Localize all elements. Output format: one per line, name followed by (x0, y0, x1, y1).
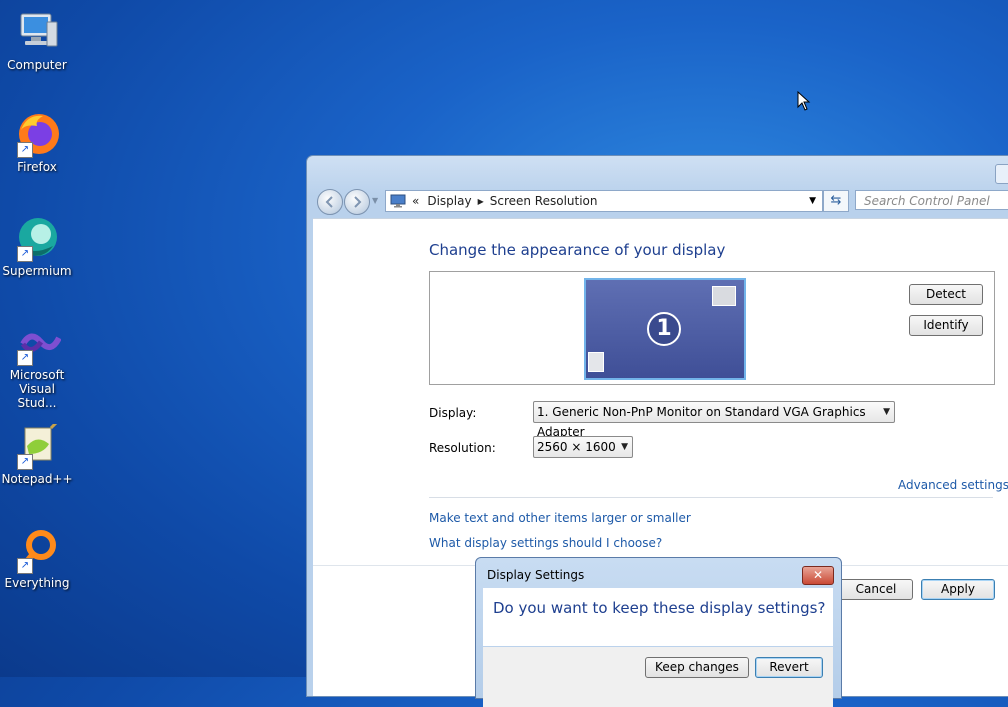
shortcut-arrow-icon: ↗ (17, 246, 33, 262)
detect-button[interactable]: Detect (909, 284, 983, 305)
back-arrow-icon (325, 196, 333, 208)
close-button[interactable]: ✕ (802, 566, 834, 585)
desktop-icon-label: Microsoft (9, 368, 65, 382)
identify-button[interactable]: Identify (909, 315, 983, 336)
revert-button[interactable]: Revert (755, 657, 823, 678)
address-bar[interactable]: « Display ▶ Screen Resolution ▼ (385, 190, 823, 212)
firefox-icon: ↗ (13, 112, 61, 158)
recent-pages-chevron-icon[interactable]: ▼ (372, 196, 378, 205)
computer-icon (13, 10, 61, 56)
breadcrumb-display[interactable]: Display (427, 194, 471, 208)
desktop-icon-label: Everything (4, 576, 70, 590)
refresh-icon: ⇆ (830, 193, 842, 208)
desktop-icon-label: Supermium (2, 264, 72, 278)
dialog-footer: Keep changes Revert (483, 647, 833, 707)
resolution-select[interactable]: 2560 × 1600 ▼ (533, 436, 633, 458)
desktop-icon-label: Computer (7, 58, 67, 72)
desktop-icon-label: Notepad++ (1, 472, 73, 486)
desktop-icon-everything[interactable]: ↗ Everything (0, 528, 74, 590)
back-button[interactable] (317, 189, 343, 215)
page-title: Change the appearance of your display (429, 241, 726, 259)
refresh-button[interactable]: ⇆ (823, 190, 849, 212)
resolution-select-value: 2560 × 1600 (537, 440, 616, 454)
shortcut-arrow-icon: ↗ (17, 350, 33, 366)
monitor-number: 1 (647, 312, 681, 346)
display-label: Display: (429, 406, 477, 420)
dialog-title: Display Settings (487, 568, 585, 582)
monitor-preview-window-icon (712, 286, 736, 306)
forward-arrow-icon (354, 196, 362, 208)
monitor-preview-window-icon (588, 352, 604, 372)
desktop-icon-label-line2: Visual Stud... (17, 382, 57, 410)
desktop-icon-notepadpp[interactable]: ↗ Notepad++ (0, 420, 74, 486)
display-select[interactable]: 1. Generic Non-PnP Monitor on Standard V… (533, 401, 895, 439)
notepadpp-icon: ↗ (13, 420, 61, 470)
shortcut-arrow-icon: ↗ (17, 142, 33, 158)
display-select-value: 1. Generic Non-PnP Monitor on Standard V… (537, 405, 866, 439)
desktop-icon-label: Firefox (17, 160, 57, 174)
visual-studio-icon: ↗ (13, 320, 62, 366)
search-input[interactable]: Search Control Panel (855, 190, 1008, 210)
apply-button[interactable]: Apply (921, 579, 995, 600)
cancel-button[interactable]: Cancel (839, 579, 913, 600)
chevron-down-icon: ▼ (883, 407, 890, 417)
close-icon: ✕ (812, 568, 824, 582)
resolution-label: Resolution: (429, 441, 496, 455)
forward-button[interactable] (344, 189, 370, 215)
which-settings-link[interactable]: What display settings should I choose? (429, 536, 662, 550)
display-settings-dialog: Display Settings ✕ Do you want to keep t… (475, 557, 842, 707)
text-size-link[interactable]: Make text and other items larger or smal… (429, 511, 691, 525)
desktop-icon-visual-studio[interactable]: ↗ Microsoft Visual Stud... (0, 320, 74, 410)
shortcut-arrow-icon: ↗ (17, 558, 33, 574)
keep-changes-button[interactable]: Keep changes (645, 657, 749, 678)
display-control-panel-icon (390, 194, 406, 208)
dialog-message: Do you want to keep these display settin… (493, 599, 826, 617)
chevron-down-icon: ▼ (621, 442, 628, 452)
dialog-body: Do you want to keep these display settin… (483, 588, 833, 646)
supermium-icon: ↗ (13, 216, 61, 262)
everything-icon: ↗ (13, 528, 61, 574)
shortcut-arrow-icon: ↗ (17, 454, 33, 470)
window-control-button[interactable] (995, 164, 1008, 184)
monitor-1[interactable]: 1 (584, 278, 746, 380)
breadcrumb-overflow[interactable]: « (412, 194, 419, 208)
desktop-icon-computer[interactable]: Computer (0, 10, 74, 72)
divider (429, 497, 993, 498)
breadcrumb-separator-icon[interactable]: ▶ (478, 197, 484, 206)
mouse-cursor-icon (797, 91, 811, 111)
address-dropdown-icon[interactable]: ▼ (809, 196, 816, 206)
desktop-icon-firefox[interactable]: ↗ Firefox (0, 112, 74, 174)
advanced-settings-link[interactable]: Advanced settings (898, 478, 1008, 492)
breadcrumb-screen-resolution[interactable]: Screen Resolution (490, 194, 598, 208)
monitor-arrangement-area: 1 Detect Identify (429, 271, 995, 385)
desktop-icon-supermium[interactable]: ↗ Supermium (0, 216, 74, 278)
